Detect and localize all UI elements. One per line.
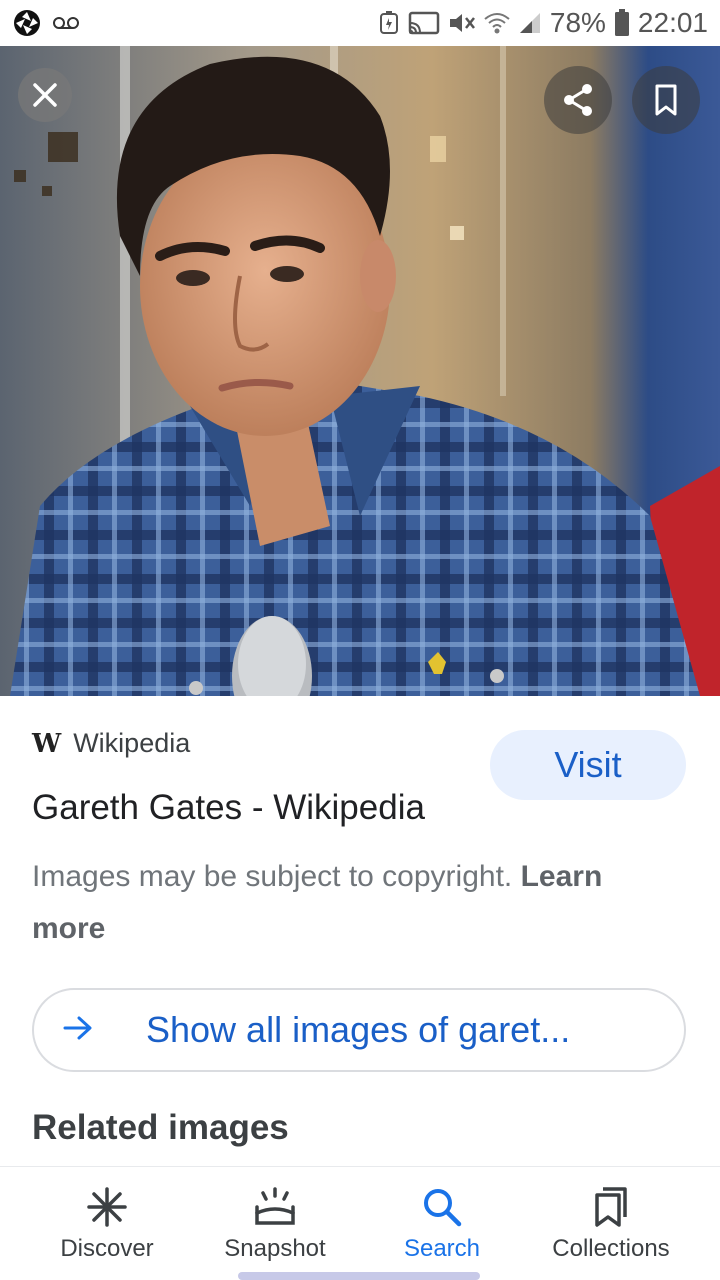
page-title[interactable]: Gareth Gates - Wikipedia <box>32 788 425 828</box>
wifi-icon <box>484 13 510 34</box>
copyright-notice: Images may be subject to copyright. Lear… <box>32 851 672 955</box>
nav-label-discover: Discover <box>60 1235 154 1262</box>
snapshot-icon <box>255 1187 295 1225</box>
result-details: W Wikipedia Visit Gareth Gates - Wikiped… <box>0 696 720 1166</box>
nav-label-collections: Collections <box>552 1235 670 1262</box>
search-icon <box>424 1189 462 1227</box>
clock: 22:01 <box>637 7 708 38</box>
bookmark-icon <box>655 84 677 116</box>
share-button[interactable] <box>544 66 612 134</box>
arrow-right-icon <box>63 1016 92 1040</box>
bottom-navigation: Discover Snapshot Search Collections <box>0 1166 720 1280</box>
cast-icon <box>408 11 440 35</box>
bookmark-button[interactable] <box>632 66 700 134</box>
signal-icon <box>519 13 540 33</box>
home-indicator[interactable] <box>238 1272 480 1280</box>
share-icon <box>564 84 592 116</box>
visit-button[interactable]: Visit <box>490 730 686 800</box>
source-name: Wikipedia <box>73 728 191 758</box>
nav-label-search: Search <box>403 1235 481 1262</box>
nav-collections[interactable]: Collections <box>526 1185 696 1263</box>
related-images-heading: Related images <box>32 1108 289 1147</box>
asterisk-icon <box>87 1187 127 1227</box>
battery-icon <box>614 9 629 36</box>
nav-search[interactable]: Search <box>357 1185 527 1263</box>
show-all-label: Show all images of garet... <box>146 1009 571 1050</box>
person-photo <box>0 46 720 696</box>
wikipedia-logo-icon: W <box>32 728 62 759</box>
collections-icon <box>595 1187 627 1227</box>
close-icon <box>33 83 57 107</box>
aperture-icon <box>14 10 40 36</box>
copyright-text: Images may be subject to copyright. <box>32 860 513 893</box>
mute-icon <box>449 14 475 32</box>
battery-saver-icon <box>379 11 398 34</box>
voicemail-icon <box>53 17 79 29</box>
source-row[interactable]: W Wikipedia <box>32 728 190 759</box>
nav-label-snapshot: Snapshot <box>224 1235 326 1262</box>
result-image[interactable] <box>0 46 720 696</box>
show-all-images-button[interactable]: Show all images of garet... <box>32 988 686 1072</box>
close-button[interactable] <box>18 68 72 122</box>
status-bar: 78% 22:01 <box>0 0 720 46</box>
battery-percent: 78% <box>549 7 606 38</box>
nav-discover[interactable]: Discover <box>22 1185 192 1263</box>
nav-snapshot[interactable]: Snapshot <box>190 1185 360 1263</box>
